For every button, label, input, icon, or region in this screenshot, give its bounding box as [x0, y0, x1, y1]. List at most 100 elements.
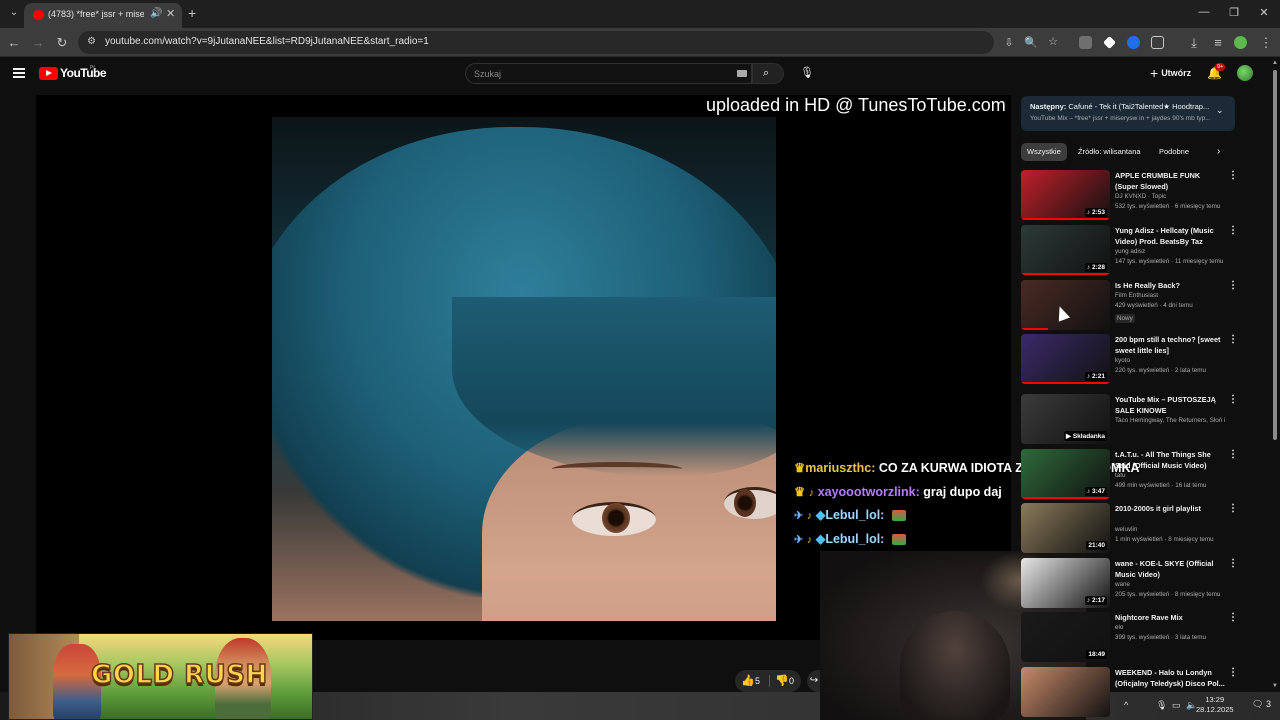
- recommended-video[interactable]: Is He Really Back? Film Enthusiast 429 wyś…: [1021, 280, 1245, 330]
- menu-hamburger-icon[interactable]: [13, 68, 25, 80]
- more-options-icon[interactable]: ⋮: [1228, 170, 1238, 181]
- bookmark-star-icon[interactable]: ☆: [1046, 35, 1060, 48]
- extension-audio-icon[interactable]: [1127, 36, 1140, 49]
- more-options-icon[interactable]: ⋮: [1228, 280, 1238, 291]
- video-title[interactable]: YouTube Mix – PUSTOSZEJĄ SALE KINOWE: [1115, 395, 1225, 416]
- search-input[interactable]: [474, 67, 724, 81]
- video-thumbnail[interactable]: ♪ 3:47: [1021, 449, 1110, 499]
- create-button[interactable]: + Utwórz: [1150, 64, 1191, 82]
- chip-related[interactable]: Podobne: [1153, 143, 1195, 161]
- video-thumbnail[interactable]: ▶ Składanka: [1021, 394, 1110, 444]
- video-title[interactable]: Nightcore Rave Mix: [1115, 613, 1225, 624]
- extension-incognito-icon[interactable]: [1079, 36, 1092, 49]
- recommended-video[interactable]: ♪ 3:47 t.A.T.u. - All The Things She Said…: [1021, 449, 1245, 499]
- youtube-logo-icon[interactable]: [39, 67, 58, 80]
- more-options-icon[interactable]: ⋮: [1228, 612, 1238, 623]
- video-title[interactable]: APPLE CRUMBLE FUNK (Super Slowed): [1115, 171, 1225, 192]
- scrollbar-thumb[interactable]: [1273, 70, 1277, 440]
- chip-source[interactable]: Źródło: wilisantana: [1072, 143, 1147, 161]
- back-button[interactable]: ←: [6, 35, 22, 50]
- extensions-puzzle-icon[interactable]: [1151, 36, 1164, 49]
- channel-name[interactable]: kyoto: [1115, 357, 1227, 364]
- channel-name[interactable]: weluvlin: [1115, 526, 1227, 533]
- video-thumbnail[interactable]: ♪ 2:17: [1021, 558, 1110, 608]
- up-next-card[interactable]: Następny: Cafuné - Tek it (Tai2Talented★…: [1021, 96, 1235, 131]
- audio-playing-icon[interactable]: 🔊: [150, 8, 162, 19]
- browser-tab-active[interactable]: (4783) *free* jssr + miserysw 🔊 ✕: [24, 3, 182, 28]
- extension-diamond-icon[interactable]: [1103, 36, 1116, 49]
- more-options-icon[interactable]: ⋮: [1228, 558, 1238, 569]
- reload-button[interactable]: ↻: [54, 35, 70, 51]
- microphone-tray-icon[interactable]: 🎙: [1156, 700, 1167, 711]
- video-title[interactable]: 200 bpm still a techno? [sweet sweet lit…: [1115, 335, 1225, 356]
- zoom-icon[interactable]: 🔍: [1024, 36, 1038, 49]
- more-options-icon[interactable]: ⋮: [1228, 667, 1238, 678]
- video-title[interactable]: Is He Really Back?: [1115, 281, 1225, 292]
- account-avatar[interactable]: [1237, 65, 1253, 81]
- profile-avatar-icon[interactable]: [1234, 36, 1247, 49]
- more-options-icon[interactable]: ⋮: [1228, 225, 1238, 236]
- video-thumbnail[interactable]: ♪ 2:21: [1021, 334, 1110, 384]
- search-button[interactable]: ⌕: [752, 63, 784, 84]
- downloads-icon[interactable]: ⤓: [1186, 35, 1202, 51]
- more-options-icon[interactable]: ⋮: [1228, 449, 1238, 460]
- scroll-down-icon[interactable]: ▼: [1272, 683, 1278, 689]
- tab-close-icon[interactable]: ✕: [166, 7, 175, 20]
- recommended-video[interactable]: ♪ 2:53 APPLE CRUMBLE FUNK (Super Slowed) D…: [1021, 170, 1245, 220]
- video-title[interactable]: WEEKEND - Halo tu Londyn (Oficjalny Tele…: [1115, 668, 1225, 689]
- video-title[interactable]: t.A.T.u. - All The Things She Said (Offi…: [1115, 450, 1225, 471]
- taskbar-clock[interactable]: 13:29 28.12.2025: [1196, 695, 1234, 715]
- video-title[interactable]: wane - KOE-L SKYE (Official Music Video): [1115, 559, 1225, 580]
- video-title[interactable]: 2010-2000s it girl playlist: [1115, 504, 1225, 515]
- voice-search-button[interactable]: 🎙: [794, 63, 815, 84]
- more-options-icon[interactable]: ⋮: [1228, 334, 1238, 345]
- recommended-video[interactable]: ♪ 2:28 Yung Adisz - Hellcaty (Music Video…: [1021, 225, 1245, 275]
- keyboard-icon[interactable]: [737, 70, 747, 77]
- recommended-video[interactable]: ▶ Składanka YouTube Mix – PUSTOSZEJĄ SALE…: [1021, 394, 1245, 444]
- recommended-video[interactable]: 21:40 2010-2000s it girl playlist weluvlin…: [1021, 503, 1245, 553]
- address-bar[interactable]: ⚙ youtube.com/watch?v=9jJutanaNEE&list=R…: [78, 31, 1058, 54]
- chevron-down-icon[interactable]: ⌄: [1216, 105, 1224, 116]
- address-url[interactable]: youtube.com/watch?v=9jJutanaNEE&list=RD9…: [105, 36, 429, 47]
- network-icon[interactable]: ▭: [1172, 700, 1181, 711]
- scroll-up-icon[interactable]: ▲: [1272, 60, 1278, 66]
- video-thumbnail[interactable]: 18:49: [1021, 612, 1110, 662]
- media-queue-icon[interactable]: ≡: [1210, 35, 1226, 50]
- site-info-icon[interactable]: ⚙: [87, 36, 96, 47]
- video-title[interactable]: Yung Adisz - Hellcaty (Music Video) Prod…: [1115, 226, 1225, 247]
- tray-chevron-icon[interactable]: ^: [1124, 700, 1128, 710]
- new-tab-button[interactable]: +: [188, 5, 196, 21]
- video-thumbnail[interactable]: 21:40: [1021, 503, 1110, 553]
- dislike-button[interactable]: 👎 0: [770, 670, 801, 692]
- share-button[interactable]: ↪: [807, 670, 821, 692]
- minimize-button[interactable]: —: [1196, 6, 1212, 18]
- video-thumbnail[interactable]: ♪ 2:53: [1021, 170, 1110, 220]
- recommended-video[interactable]: ♪ 2:17 wane - KOE-L SKYE (Official Music …: [1021, 558, 1245, 608]
- video-thumbnail[interactable]: [1021, 667, 1110, 717]
- notifications-center-icon[interactable]: 🗨 3: [1252, 699, 1271, 710]
- channel-name[interactable]: Film Enthusiast: [1115, 292, 1227, 299]
- tab-search-chevron-icon[interactable]: ⌄: [6, 5, 22, 21]
- youtube-logo-text[interactable]: YouTube: [60, 66, 107, 80]
- page-scrollbar[interactable]: ▲ ▼: [1270, 58, 1280, 692]
- browser-menu-icon[interactable]: ⋮: [1258, 35, 1274, 51]
- window-close-button[interactable]: ✕: [1256, 6, 1272, 19]
- channel-name[interactable]: Taco Hemingway, The Returners, Słoń i i.…: [1115, 417, 1227, 424]
- install-app-icon[interactable]: ⇩: [1002, 36, 1016, 49]
- video-thumbnail[interactable]: ♪ 2:28: [1021, 225, 1110, 275]
- channel-name[interactable]: yung adisz: [1115, 248, 1227, 255]
- recommended-video[interactable]: ♪ 2:21 200 bpm still a techno? [sweet swe…: [1021, 334, 1245, 384]
- chevron-right-icon[interactable]: ›: [1217, 146, 1220, 157]
- forward-button[interactable]: →: [30, 35, 46, 50]
- restore-button[interactable]: ❐: [1226, 6, 1242, 19]
- channel-name[interactable]: wane: [1115, 581, 1227, 588]
- like-button[interactable]: 👍 5: [735, 670, 769, 692]
- channel-name[interactable]: DJ KVNXD · Topic: [1115, 193, 1227, 200]
- chip-all[interactable]: Wszystkie: [1021, 143, 1067, 161]
- channel-name[interactable]: elo: [1115, 624, 1227, 631]
- more-options-icon[interactable]: ⋮: [1228, 394, 1238, 405]
- more-options-icon[interactable]: ⋮: [1228, 503, 1238, 514]
- search-box[interactable]: [465, 63, 752, 84]
- channel-name[interactable]: tatu: [1115, 472, 1227, 479]
- recommended-video[interactable]: 18:49 Nightcore Rave Mix elo 399 tys. wyświ…: [1021, 612, 1245, 662]
